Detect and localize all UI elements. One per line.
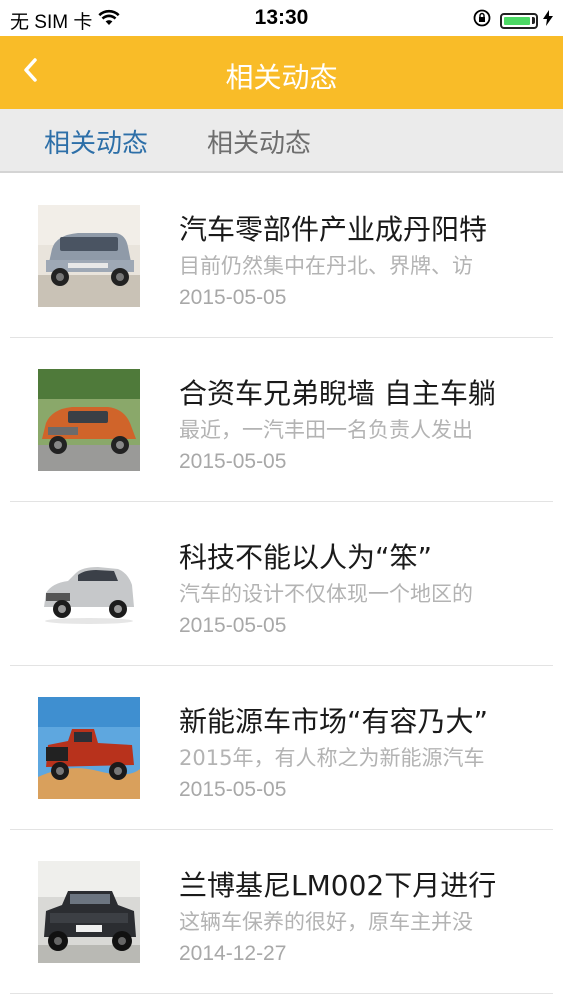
- status-right-group: [472, 8, 553, 33]
- article-thumbnail: [38, 533, 140, 635]
- battery-fill: [504, 16, 530, 25]
- article-summary: 这辆车保养的很好，原车主并没: [179, 910, 473, 934]
- orientation-lock-icon: [472, 8, 492, 33]
- article-thumbnail: [38, 697, 140, 799]
- article-title: 合资车兄弟睨墙 自主车躺: [179, 377, 496, 410]
- article-title: 汽车零部件产业成丹阳特: [179, 213, 488, 246]
- article-date: 2015-05-05: [179, 614, 287, 637]
- article-thumbnail: [38, 369, 140, 471]
- navigation-bar: 相关动态: [0, 36, 563, 109]
- article-summary: 目前仍然集中在丹北、界牌、访: [179, 254, 473, 278]
- article-summary: 最近，一汽丰田一名负责人发出: [179, 418, 473, 442]
- page-title: 相关动态: [225, 61, 338, 94]
- tab-related-news-2[interactable]: 相关动态: [207, 123, 311, 160]
- article-date: 2015-05-05: [179, 450, 287, 473]
- list-item[interactable]: 科技不能以人为“笨” 汽车的设计不仅体现一个地区的 2015-05-05: [10, 502, 553, 666]
- article-thumbnail: [38, 861, 140, 963]
- list-item[interactable]: 兰博基尼LM002下月进行 这辆车保养的很好，原车主并没 2014-12-27: [10, 830, 553, 994]
- article-title: 新能源车市场“有容乃大”: [179, 705, 489, 738]
- list-item[interactable]: 汽车零部件产业成丹阳特 目前仍然集中在丹北、界牌、访 2015-05-05: [10, 174, 553, 338]
- battery-icon: [500, 12, 538, 29]
- article-date: 2014-12-27: [179, 942, 287, 965]
- list-item[interactable]: 合资车兄弟睨墙 自主车躺 最近，一汽丰田一名负责人发出 2015-05-05: [10, 338, 553, 502]
- article-title: 科技不能以人为“笨”: [179, 541, 433, 574]
- article-summary: 2015年，有人称之为新能源汽车: [179, 746, 485, 770]
- charging-bolt-icon: [543, 10, 553, 31]
- tab-related-news-1[interactable]: 相关动态: [44, 123, 148, 160]
- article-summary: 汽车的设计不仅体现一个地区的: [179, 582, 473, 606]
- article-thumbnail: [38, 205, 140, 307]
- article-title: 兰博基尼LM002下月进行: [179, 869, 497, 902]
- tab-bar: 相关动态 相关动态: [0, 109, 563, 173]
- article-date: 2015-05-05: [179, 778, 287, 801]
- article-date: 2015-05-05: [179, 286, 287, 309]
- article-list: 汽车零部件产业成丹阳特 目前仍然集中在丹北、界牌、访 2015-05-05 合资…: [0, 174, 563, 994]
- status-bar: 无 SIM 卡 13:30: [0, 0, 563, 36]
- list-item[interactable]: 新能源车市场“有容乃大” 2015年，有人称之为新能源汽车 2015-05-05: [10, 666, 553, 830]
